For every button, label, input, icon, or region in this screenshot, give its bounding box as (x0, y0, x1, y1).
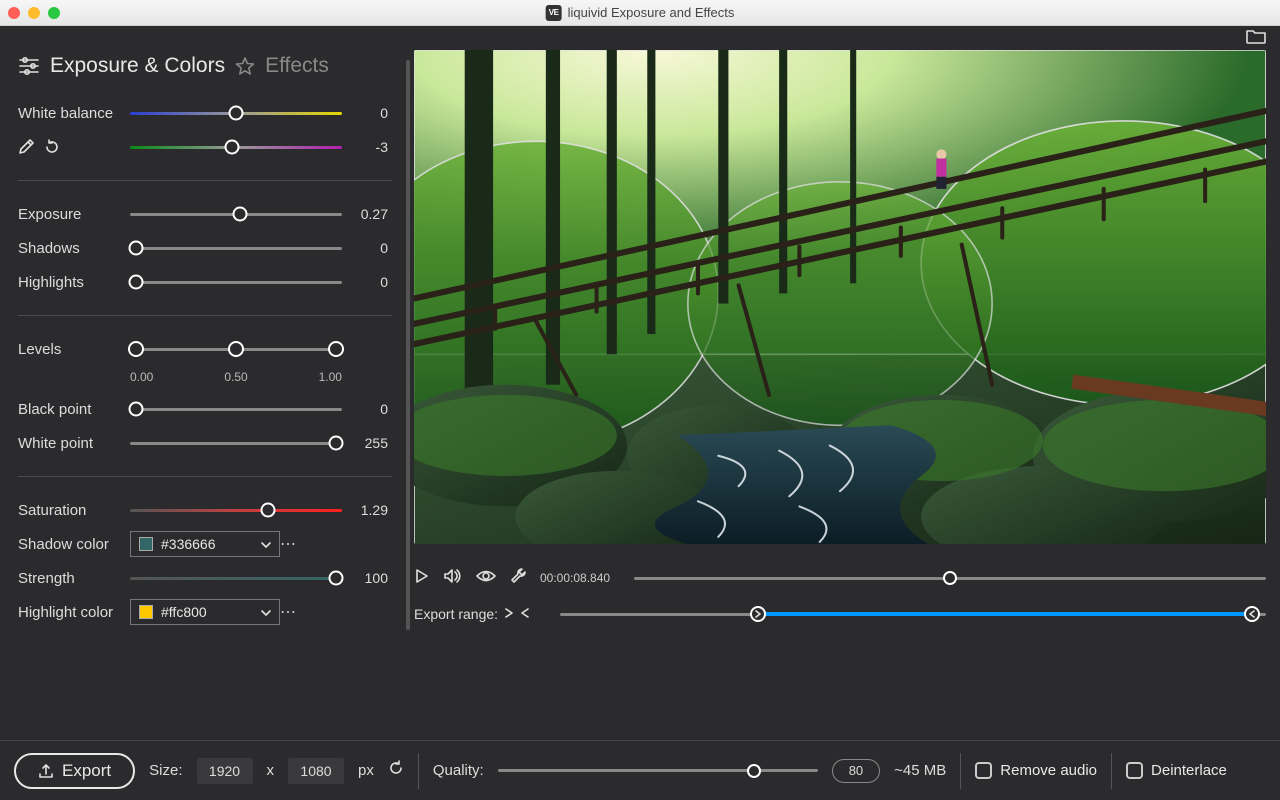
export-bar: Export Size: x px Quality: 80 ~45 MB Rem… (0, 740, 1280, 800)
window-close-button[interactable] (8, 7, 20, 19)
saturation-slider[interactable] (130, 500, 342, 520)
whitepoint-slider[interactable] (130, 433, 342, 453)
blackpoint-value: 0 (342, 401, 392, 417)
highlights-value: 0 (342, 274, 392, 290)
window-titlebar: VE liquivid Exposure and Effects (0, 0, 1280, 26)
deinterlace-checkbox[interactable]: Deinterlace (1126, 762, 1227, 779)
scrollbar[interactable] (406, 60, 410, 630)
width-input[interactable] (197, 758, 253, 784)
quality-slider[interactable] (498, 762, 818, 780)
divider (960, 753, 961, 789)
shadows-slider[interactable] (130, 238, 342, 258)
wb-temp-value: 0 (342, 105, 392, 121)
size-label: Size: (149, 762, 182, 779)
preview-scene (414, 50, 1266, 544)
px-label: px (358, 762, 374, 779)
chevron-down-icon (261, 604, 271, 620)
highlightcolor-more-button[interactable]: ⋯ (280, 602, 297, 622)
strength-label: Strength (18, 570, 130, 587)
shadows-label: Shadows (18, 240, 130, 257)
reset-size-icon[interactable] (388, 760, 404, 781)
filesize-estimate: ~45 MB (894, 762, 946, 779)
volume-icon[interactable] (444, 568, 462, 589)
controls-sidebar: Exposure & Colors Effects White balance … (0, 50, 410, 740)
size-x: x (267, 762, 275, 779)
divider (18, 315, 392, 316)
levels-label: Levels (18, 341, 130, 358)
divider (18, 476, 392, 477)
strength-value: 100 (342, 570, 392, 586)
export-range-label: Export range: (414, 606, 498, 622)
eyedropper-icon[interactable] (18, 139, 34, 159)
blackpoint-label: Black point (18, 401, 130, 418)
shadows-value: 0 (342, 240, 392, 256)
playback-time: 00:00:08.840 (540, 571, 620, 585)
range-start-icon[interactable] (504, 606, 514, 622)
levels-slider[interactable] (130, 339, 342, 359)
exposure-value: 0.27 (342, 206, 392, 222)
window-title: VE liquivid Exposure and Effects (546, 5, 735, 21)
play-icon[interactable] (414, 568, 430, 589)
wb-tint-value: -3 (342, 139, 392, 155)
strength-slider[interactable] (130, 568, 342, 588)
wb-tint-slider[interactable] (130, 137, 342, 157)
highlights-label: Highlights (18, 274, 130, 291)
window-minimize-button[interactable] (28, 7, 40, 19)
highlights-slider[interactable] (130, 272, 342, 292)
playback-timeline[interactable] (634, 569, 1266, 587)
reset-wb-icon[interactable] (44, 139, 60, 159)
levels-mid: 0.50 (224, 370, 247, 384)
divider (1111, 753, 1112, 789)
shadowcolor-label: Shadow color (18, 536, 130, 553)
eye-icon[interactable] (476, 569, 496, 588)
exposure-label: Exposure (18, 206, 130, 223)
quality-value[interactable]: 80 (832, 759, 880, 783)
folder-open-icon[interactable] (1246, 28, 1266, 49)
range-end-icon[interactable] (520, 606, 530, 622)
height-input[interactable] (288, 758, 344, 784)
whitepoint-label: White point (18, 435, 130, 452)
exposure-slider[interactable] (130, 204, 342, 224)
app-icon: VE (546, 5, 562, 21)
highlightcolor-dropdown[interactable]: #ffc800 (130, 599, 280, 625)
quality-label: Quality: (433, 762, 484, 779)
video-preview[interactable] (414, 50, 1266, 544)
white-balance-label: White balance (18, 105, 130, 122)
wrench-icon[interactable] (510, 568, 526, 589)
app-topbar (0, 26, 1280, 50)
export-button[interactable]: Export (14, 753, 135, 789)
tab-exposure-colors[interactable]: Exposure & Colors (50, 54, 225, 78)
export-range-slider[interactable] (560, 605, 1266, 623)
levels-hi: 1.00 (319, 370, 342, 384)
whitepoint-value: 255 (342, 435, 392, 451)
chevron-down-icon (261, 536, 271, 552)
saturation-value: 1.29 (342, 502, 392, 518)
blackpoint-slider[interactable] (130, 399, 342, 419)
remove-audio-checkbox[interactable]: Remove audio (975, 762, 1097, 779)
shadowcolor-more-button[interactable]: ⋯ (280, 534, 297, 554)
levels-lo: 0.00 (130, 370, 153, 384)
divider (418, 753, 419, 789)
shadowcolor-dropdown[interactable]: #336666 (130, 531, 280, 557)
tab-effects[interactable]: Effects (265, 54, 329, 78)
highlightcolor-label: Highlight color (18, 604, 130, 621)
window-zoom-button[interactable] (48, 7, 60, 19)
wb-temp-slider[interactable] (130, 103, 342, 123)
divider (18, 180, 392, 181)
star-icon (235, 56, 255, 76)
saturation-label: Saturation (18, 502, 130, 519)
sliders-icon (18, 56, 40, 76)
